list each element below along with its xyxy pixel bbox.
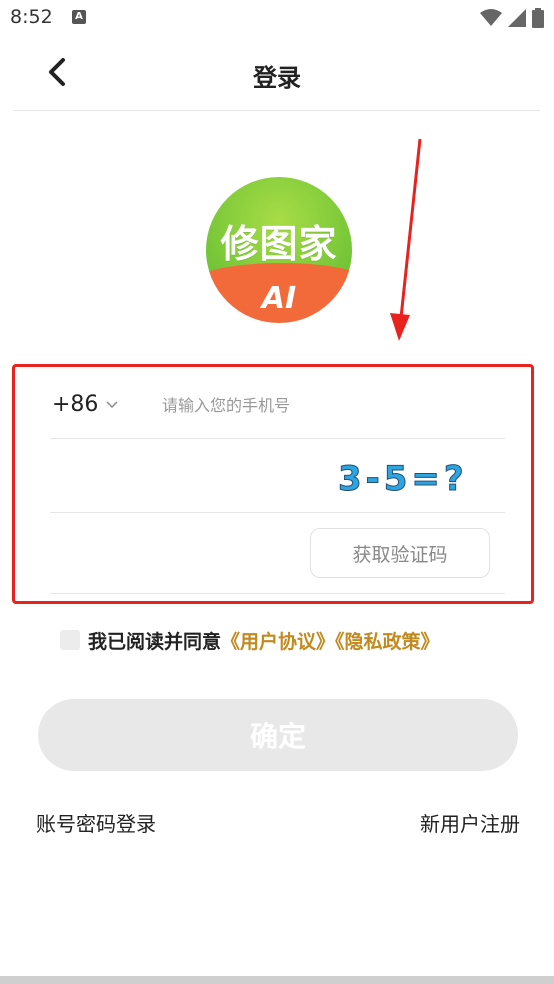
- password-login-link[interactable]: 账号密码登录: [36, 808, 156, 837]
- logo-ai-text: AI: [261, 281, 297, 316]
- signal-icon: [508, 9, 526, 27]
- status-icons: [480, 8, 544, 28]
- verification-code-input[interactable]: [52, 538, 296, 574]
- app-logo: 修图家 AI: [206, 177, 352, 323]
- captcha-text: 3-5=?: [338, 459, 468, 499]
- annotation-arrow-icon: [390, 138, 422, 341]
- notification-icon: A: [72, 10, 86, 24]
- agreement-line: 我已阅读并同意《用户协议》《隐私政策》: [88, 627, 440, 654]
- country-code-selector[interactable]: +86: [52, 392, 118, 417]
- country-code-value: +86: [52, 392, 99, 417]
- agreement-checkbox[interactable]: [60, 630, 80, 650]
- header-divider: [14, 110, 540, 111]
- chevron-down-icon: [106, 400, 118, 408]
- confirm-button[interactable]: 确定: [38, 699, 518, 771]
- page-title: 登录: [253, 64, 301, 92]
- status-time: 8:52: [10, 6, 53, 28]
- register-link[interactable]: 新用户注册: [420, 808, 520, 837]
- row-divider: [50, 438, 505, 439]
- battery-icon: [532, 8, 544, 28]
- captcha-image[interactable]: 3-5=?: [334, 455, 484, 500]
- navigation-bar: [0, 976, 554, 984]
- wifi-icon: [480, 9, 502, 26]
- agreement-text: 我已阅读并同意: [88, 631, 222, 653]
- user-agreement-link[interactable]: 《用户协议》: [221, 631, 335, 653]
- row-divider: [50, 593, 505, 594]
- logo-text: 修图家: [220, 222, 338, 266]
- phone-input[interactable]: [160, 390, 494, 420]
- privacy-policy-link[interactable]: 《隐私政策》: [335, 631, 440, 653]
- captcha-input[interactable]: [52, 460, 326, 496]
- row-divider: [50, 512, 505, 513]
- get-code-button[interactable]: 获取验证码: [310, 528, 490, 578]
